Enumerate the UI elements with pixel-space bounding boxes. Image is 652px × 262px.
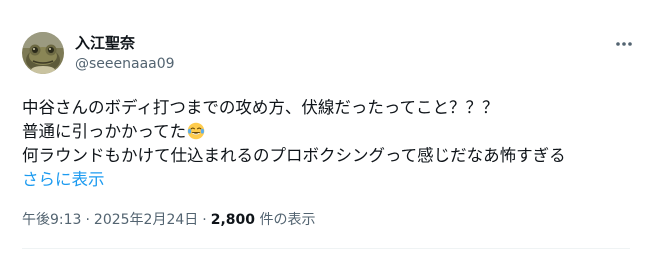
view-count-label: 件の表示 <box>259 212 316 228</box>
face-with-tears-of-joy-icon <box>187 122 205 140</box>
show-more-wrapper: さらに表示 <box>22 168 642 192</box>
meta-separator: · <box>85 212 90 228</box>
avatar[interactable] <box>22 32 64 74</box>
meta-separator-2: · <box>202 212 207 228</box>
view-count: 2,800 <box>210 212 256 228</box>
tweet: 入江聖奈 @seeenaaa09 中谷さんのボディ打つまでの攻め方、伏線だったっ… <box>0 0 652 262</box>
post-date[interactable]: 2025年2月24日 <box>94 212 198 228</box>
divider <box>22 248 630 249</box>
tweet-text-line-2-wrapper: 普通に引っかかってた <box>22 120 642 144</box>
tweet-text-line-2: 普通に引っかかってた <box>22 122 187 141</box>
tweet-text-line-3: 何ラウンドもかけて仕込まれるのプロボクシングって感じだなあ怖すぎる <box>22 146 566 165</box>
author-display-name[interactable]: 入江聖奈 <box>75 33 135 53</box>
avatar-frog-image <box>22 32 64 74</box>
tweet-text: 中谷さんのボディ打つまでの攻め方、伏線だったってこと？？？ 普通に引っかかってた… <box>22 96 642 192</box>
author-handle[interactable]: @seeenaaa09 <box>75 55 175 73</box>
show-more-link[interactable]: さらに表示 <box>22 170 105 189</box>
more-options-icon[interactable] <box>613 38 635 50</box>
tweet-metadata: 午後9:13 · 2025年2月24日 · 2,800 件の表示 <box>22 211 315 229</box>
post-time[interactable]: 午後9:13 <box>22 212 81 228</box>
tweet-text-line-1: 中谷さんのボディ打つまでの攻め方、伏線だったってこと？？？ <box>22 98 499 117</box>
